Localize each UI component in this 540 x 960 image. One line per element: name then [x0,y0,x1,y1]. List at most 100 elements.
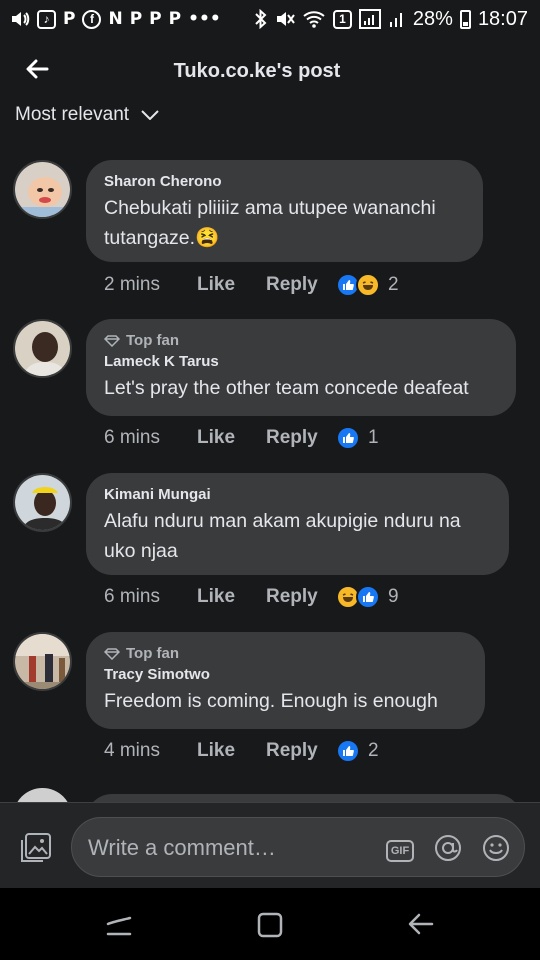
system-nav-bar [0,888,540,960]
top-fan-badge: Top fan [104,332,498,349]
comment-time[interactable]: 2 mins [104,274,197,296]
avatar[interactable] [13,319,72,378]
comment-input[interactable]: Write a comment… GIF [71,817,525,877]
reply-button[interactable]: Reply [266,586,336,608]
like-button[interactable]: Like [197,427,266,449]
avatar[interactable] [13,160,72,219]
post-header: Tuko.co.ke's post [0,44,540,98]
like-reaction-icon [356,585,380,609]
reply-button[interactable]: Reply [266,427,336,449]
chevron-down-icon [141,110,159,120]
home-icon [257,912,283,938]
like-button[interactable]: Like [197,740,266,762]
bluetooth-icon [255,9,267,29]
comment-composer: Write a comment… GIF [0,802,540,888]
comment-time[interactable]: 6 mins [104,586,197,608]
page-title: Tuko.co.ke's post [173,60,341,82]
avatar[interactable] [13,632,72,691]
comment-actions: 4 mins Like Reply 2 [104,739,379,763]
recents-button[interactable] [106,912,132,941]
comment-bubble[interactable]: Sharon Cherono Chebukati pliiiiz ama utu… [86,160,483,262]
comment-actions: 6 mins Like Reply 9 [104,585,399,609]
comment-item: Top fan Lameck K Tarus Let's pray the ot… [0,319,540,459]
sim-icon: 1 [332,9,352,29]
top-fan-badge: Top fan [104,645,467,662]
facebook-icon: f [82,9,102,29]
comment-text: Let's pray the other team concede deafea… [104,377,469,399]
status-bar: ♪ P f N P P P ••• 1 28% 18:07 [0,0,540,38]
mention-button[interactable] [434,834,462,867]
avatar[interactable] [13,473,72,532]
p-icon: P [149,8,162,29]
comment-author[interactable]: Tracy Simotwo [104,666,467,683]
back-nav-icon [408,913,434,935]
at-icon [435,835,461,861]
n-icon: N [108,8,123,29]
comment-author[interactable]: Sharon Cherono [104,173,465,190]
avatar[interactable] [13,788,72,803]
volume-icon [12,12,30,26]
emoji-icon [483,835,509,861]
emoji-button[interactable] [482,834,510,867]
back-nav-button[interactable] [408,912,434,941]
comment-text: Chebukati pliiiiz ama utupee wananchi tu… [104,197,436,249]
wifi-icon [303,11,325,28]
battery-icon [459,9,471,29]
comment-placeholder: Write a comment… [88,835,276,860]
comment-text: Alafu nduru man akam akupigie nduru na u… [104,510,461,562]
comment-text: Freedom is coming. Enough is enough [104,690,438,712]
p-icon: P [129,8,143,29]
photo-button[interactable] [20,832,52,869]
signal-icon [358,9,381,29]
like-button[interactable]: Like [197,586,266,608]
gif-button[interactable]: GIF [386,839,414,862]
comment-author[interactable]: Lameck K Tarus [104,353,498,370]
haha-reaction-icon [356,273,380,297]
next-comment-partial [0,786,540,803]
recents-icon [106,916,132,936]
comment-item: Top fan Tracy Simotwo Freedom is coming.… [0,632,540,772]
status-right-icons: 1 28% 18:07 [254,8,528,31]
clock: 18:07 [477,7,528,30]
like-button[interactable]: Like [197,274,266,296]
reaction-count: 9 [388,586,399,607]
diamond-icon [104,334,120,347]
comment-item: Sharon Cherono Chebukati pliiiiz ama utu… [0,160,540,300]
top-fan-label: Top fan [126,645,180,662]
battery-percent: 28% [412,7,453,30]
p-icon: P [168,8,182,29]
reaction-count: 2 [388,274,399,295]
composer-icons: GIF [386,834,510,867]
like-reaction-icon [336,739,360,763]
comment-time[interactable]: 4 mins [104,740,197,762]
comment-time[interactable]: 6 mins [104,427,197,449]
p-icon: P [63,8,76,29]
reactions[interactable]: 2 [336,273,399,297]
diamond-icon [104,647,120,660]
mute-icon [276,12,295,26]
comment-item: Kimani Mungai Alafu nduru man akam akupi… [0,473,540,613]
comment-author[interactable]: Kimani Mungai [104,486,491,503]
sort-dropdown[interactable]: Most relevant [15,104,159,126]
tiktok-icon: ♪ [37,9,56,29]
comment-bubble[interactable]: Kimani Mungai Alafu nduru man akam akupi… [86,473,509,575]
comment-actions: 2 mins Like Reply 2 [104,273,399,297]
reactions[interactable]: 1 [336,426,379,450]
signal-bars-icon [389,13,402,27]
reaction-count: 2 [368,740,379,761]
sort-label: Most relevant [15,104,130,125]
like-reaction-icon [336,426,360,450]
gallery-icon [21,833,51,862]
reaction-count: 1 [368,427,379,448]
comment-bubble[interactable]: Top fan Lameck K Tarus Let's pray the ot… [86,319,516,416]
comment-actions: 6 mins Like Reply 1 [104,426,379,450]
reactions[interactable]: 9 [336,585,399,609]
gif-icon: GIF [390,844,410,857]
comment-bubble[interactable]: Top fan Tracy Simotwo Freedom is coming.… [86,632,485,729]
reply-button[interactable]: Reply [266,274,336,296]
reactions[interactable]: 2 [336,739,379,763]
home-button[interactable] [257,912,283,943]
reply-button[interactable]: Reply [266,740,336,762]
more-icon: ••• [188,8,221,29]
status-left-icons: ♪ P f N P P P ••• [10,8,221,29]
